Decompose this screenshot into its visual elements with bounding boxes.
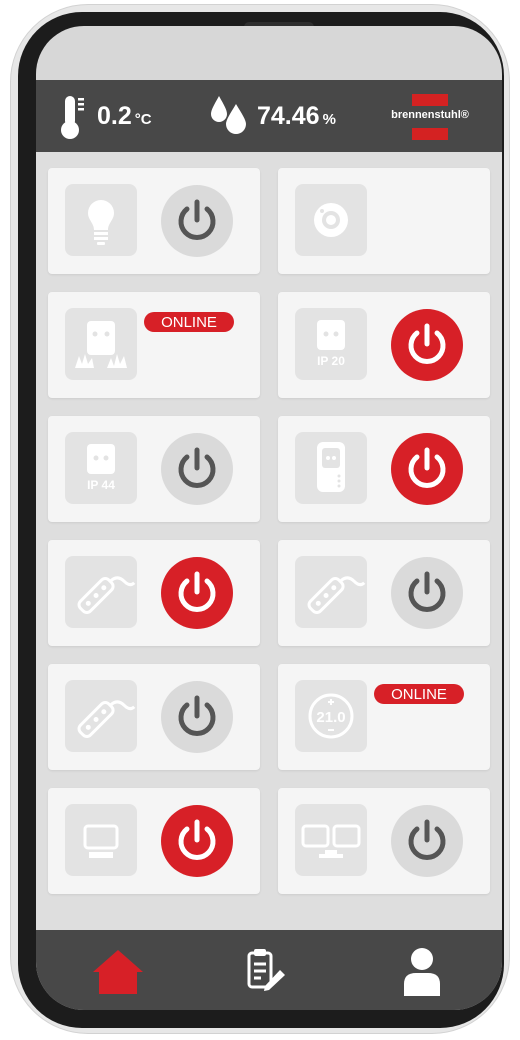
water-drops-icon: [208, 92, 250, 143]
device-card-light-bulb[interactable]: [48, 168, 260, 274]
power-button[interactable]: [391, 805, 463, 877]
thermometer-icon: [58, 94, 88, 145]
device-card-thermostat[interactable]: 21.0 ONLINE: [278, 664, 490, 770]
clipboard-nav-button[interactable]: [236, 946, 296, 996]
power-button[interactable]: [161, 805, 233, 877]
power-button[interactable]: [391, 309, 463, 381]
device-grid: ONLINE IP 20 IP 44 21.0 ONLINE: [36, 152, 502, 930]
power-button[interactable]: [161, 433, 233, 505]
humidity-readout: 74.46%: [257, 102, 336, 131]
socket-ip20-icon: IP 20: [295, 308, 367, 380]
dual-monitor-icon: [295, 804, 367, 876]
device-card-power-strip[interactable]: [48, 540, 260, 646]
brand-name: brennenstuhl®: [388, 109, 472, 121]
brand-logo: brennenstuhl®: [388, 94, 472, 140]
device-card-socket-ip20[interactable]: IP 20: [278, 292, 490, 398]
user-icon: [404, 948, 440, 996]
sensor-status-bar: 0.2 °C 74.46% brennenstuhl®: [36, 80, 502, 152]
outdoor-socket-icon: [65, 308, 137, 380]
power-button[interactable]: [391, 433, 463, 505]
device-card-power-strip[interactable]: [278, 540, 490, 646]
socket-rating-label: IP 20: [317, 354, 345, 368]
device-card-monitor[interactable]: [48, 788, 260, 894]
power-strip-icon: [65, 680, 137, 752]
device-card-power-strip[interactable]: [48, 664, 260, 770]
temperature-value: 0.2: [97, 102, 132, 130]
bottom-nav: [36, 930, 502, 1010]
device-card-dual-monitor[interactable]: [278, 788, 490, 894]
thermostat-icon: 21.0: [295, 680, 367, 752]
clipboard-edit-icon: [247, 949, 285, 991]
app-screen: 0.2 °C 74.46% brennenstuhl® ONLINE IP 20…: [36, 26, 502, 1010]
profile-nav-button[interactable]: [392, 946, 452, 996]
smoke-detector-icon: [295, 184, 367, 256]
device-card-plug-adapter[interactable]: [278, 416, 490, 522]
status-badge: ONLINE: [374, 684, 464, 704]
power-button[interactable]: [391, 557, 463, 629]
power-button[interactable]: [161, 681, 233, 753]
power-button[interactable]: [161, 185, 233, 257]
monitor-icon: [65, 804, 137, 876]
socket-rating-label: IP 44: [87, 478, 115, 492]
socket-ip44-icon: IP 44: [65, 432, 137, 504]
device-card-outdoor-socket[interactable]: ONLINE: [48, 292, 260, 398]
status-badge: ONLINE: [144, 312, 234, 332]
home-nav-button[interactable]: [88, 946, 148, 996]
device-card-socket-ip44[interactable]: IP 44: [48, 416, 260, 522]
power-strip-icon: [65, 556, 137, 628]
humidity-value: 74.46: [257, 102, 320, 130]
power-button[interactable]: [161, 557, 233, 629]
temperature-readout: 0.2 °C: [97, 102, 152, 131]
device-card-smoke-detector[interactable]: [278, 168, 490, 274]
humidity-unit: %: [322, 111, 336, 128]
thermostat-temperature: 21.0: [316, 709, 345, 726]
power-strip-icon: [295, 556, 367, 628]
temperature-unit: °C: [134, 111, 152, 128]
home-icon: [93, 950, 143, 994]
light-bulb-icon: [65, 184, 137, 256]
plug-adapter-icon: [295, 432, 367, 504]
